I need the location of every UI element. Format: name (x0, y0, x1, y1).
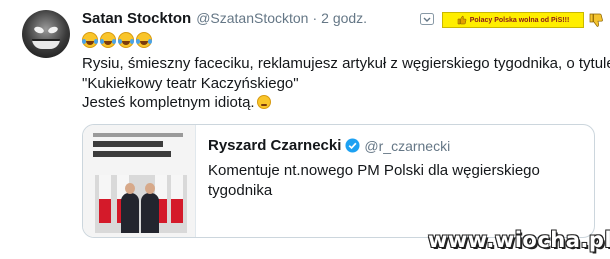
banner-text: Polacy Polska wolna od PiS!!! (469, 16, 570, 24)
article-headline-bar (93, 151, 171, 157)
timestamp[interactable]: 2 godz. (321, 10, 367, 26)
joy-emoji-icon (100, 32, 116, 48)
quoted-tweet[interactable]: Ryszard Czarnecki @r_czarnecki Komentuje… (82, 124, 595, 238)
tweet-header: Satan Stockton @SzatanStockton · 2 godz. (82, 10, 367, 30)
avatar-eye (47, 25, 59, 35)
person-figure (121, 183, 139, 233)
tweet-text-line: "Kukiełkowy teatr Kaczyńskiego" (82, 75, 299, 92)
sticker-banner: Polacy Polska wolna od PiS!!! (442, 12, 584, 28)
chevron-down-icon[interactable] (420, 13, 434, 25)
tweet[interactable]: Satan Stockton @SzatanStockton · 2 godz.… (0, 0, 610, 259)
article-headline-bar (93, 133, 183, 137)
author-name[interactable]: Satan Stockton (82, 10, 191, 27)
joy-emoji-icon (136, 32, 152, 48)
flag-shape (171, 175, 183, 223)
watermark: www.wiocha.pl (428, 228, 610, 252)
avatar-eye (33, 25, 45, 35)
verified-badge-icon (345, 138, 360, 153)
joy-emoji-icon (82, 32, 98, 48)
emoji-row (82, 32, 152, 48)
article-photo (95, 175, 187, 233)
quoted-author-name[interactable]: Ryszard Czarnecki (208, 137, 341, 154)
quoted-text-line: Komentuje nt.nowego PM Polski dla węgier… (208, 162, 540, 179)
joy-emoji-icon (118, 32, 134, 48)
article-headline-bar (93, 141, 163, 147)
quoted-text-line: tygodnika (208, 182, 273, 199)
author-handle[interactable]: @SzatanStockton (196, 10, 308, 26)
thumbs-down-icon (589, 13, 603, 27)
quoted-tweet-thumbnail[interactable] (83, 125, 196, 237)
thumbs-up-icon (457, 15, 467, 25)
flag-shape (99, 175, 111, 223)
quoted-tweet-text: Komentuje nt.nowego PM Polski dla węgier… (208, 161, 588, 201)
tweet-text-last: Jesteś kompletnym idiotą. (82, 94, 255, 111)
avatar-grin (32, 39, 60, 49)
person-figure (141, 183, 159, 233)
quoted-author-handle[interactable]: @r_czarnecki (364, 138, 450, 154)
quoted-tweet-header: Ryszard Czarnecki @r_czarnecki (208, 137, 450, 154)
separator: · (312, 10, 318, 26)
avatar[interactable] (22, 10, 70, 58)
winking-face-icon (256, 95, 271, 109)
tweet-text-line: Jesteś kompletnym idiotą. (82, 93, 602, 112)
tweet-text-line: Rysiu, śmieszny faceciku, reklamujesz ar… (82, 55, 610, 72)
